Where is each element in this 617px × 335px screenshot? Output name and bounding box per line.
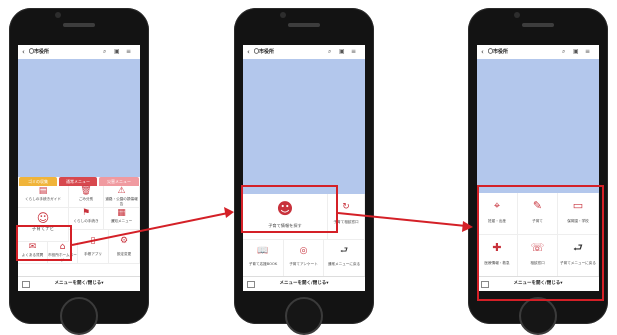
flow-arrow-2	[337, 212, 473, 232]
